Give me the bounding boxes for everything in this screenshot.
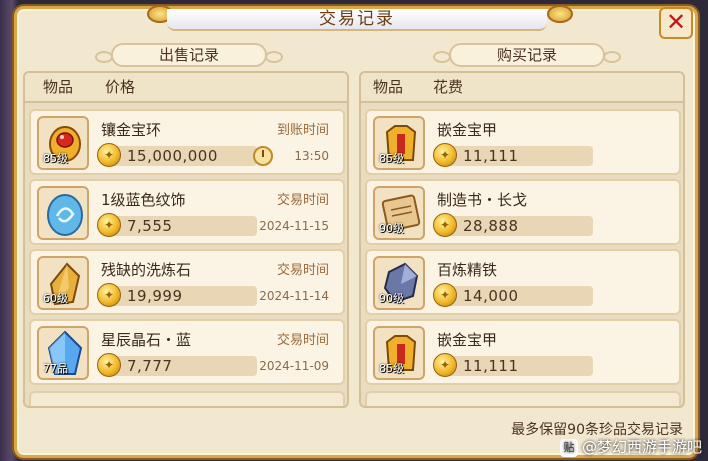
buy-row[interactable]: 85级 嵌金宝甲 ✦ 11,111 [365,109,681,175]
item-name: 星辰晶石・蓝 [101,331,192,349]
col-item: 物品 [43,78,74,96]
close-button[interactable]: ✕ [659,7,693,39]
sell-records-label: 出售记录 [158,46,219,64]
buy-record-list[interactable]: 物品 花费 85级 嵌金宝甲 ✦ 11,111 90级 制造书・长戈 ✦ 28,… [359,71,685,408]
buy-row[interactable]: 90级 制造书・长戈 ✦ 28,888 [365,179,681,245]
buy-row[interactable]: 85级 嵌金宝甲 ✦ 11,111 [365,319,681,385]
time-value: 2024-11-09 [259,359,329,373]
trade-record-panel: 交易记录 ✕ 出售记录 物品 价格 85级 镶金宝环 ✦ 15,000,000 … [14,5,698,458]
refined-iron-icon: 90级 [373,256,425,310]
buy-column-header: 物品 花费 [361,73,683,103]
time-value: 13:50 [294,149,329,163]
sell-row[interactable]: 1级蓝色纹饰 ✦ 7,555 交易时间 2024-11-15 [29,179,345,245]
item-name: 百炼精铁 [437,261,498,279]
sell-row[interactable]: 85级 镶金宝环 ✦ 15,000,000 到账时间 13:50 [29,109,345,175]
time-value: 2024-11-15 [259,219,329,233]
coin-icon: ✦ [97,143,121,167]
item-level: 85级 [379,152,404,165]
item-level: 90级 [379,222,404,235]
price-field: ✦ 7,777 [97,353,257,377]
corner-ornament-right [547,5,573,23]
close-icon: ✕ [665,8,687,36]
item-name: 嵌金宝甲 [437,121,498,139]
item-level: 77品 [43,362,68,375]
sell-record-list[interactable]: 物品 价格 85级 镶金宝环 ✦ 15,000,000 到账时间 13:50 1… [23,71,349,408]
price-value: 7,777 [127,357,173,375]
item-level: 90级 [379,292,404,305]
partial-row [365,391,681,406]
price-value: 15,000,000 [127,147,218,165]
coin-icon: ✦ [97,353,121,377]
partial-row [29,391,345,406]
item-name: 嵌金宝甲 [437,331,498,349]
item-level: 60级 [43,292,68,305]
cost-value: 14,000 [463,287,519,305]
coin-icon: ✦ [433,283,457,307]
col-price: 价格 [105,78,136,96]
item-level: 85级 [43,152,68,165]
item-name: 1级蓝色纹饰 [101,191,186,209]
time-label: 到账时间 [276,123,329,138]
item-level: 85级 [379,362,404,375]
coin-icon: ✦ [97,213,121,237]
cost-field: ✦ 11,111 [433,143,593,167]
clock-icon [253,146,273,166]
buy-records-label: 购买记录 [496,46,557,64]
time-label: 交易时间 [276,193,329,208]
refine-stone-icon: 60级 [37,256,89,310]
cost-field: ✦ 11,111 [433,353,593,377]
buy-row[interactable]: 90级 百炼精铁 ✦ 14,000 [365,249,681,315]
price-field: ✦ 15,000,000 [97,143,257,167]
price-value: 7,555 [127,217,173,235]
scroll-book-icon: 90级 [373,186,425,240]
gold-armor-icon: 85级 [373,116,425,170]
price-field: ✦ 19,999 [97,283,257,307]
blue-crystal-icon: 77品 [37,326,89,380]
time-value: 2024-11-14 [259,289,329,303]
blue-ornament-icon [37,186,89,240]
time-label: 交易时间 [276,333,329,348]
price-value: 19,999 [127,287,183,305]
item-name: 镶金宝环 [101,121,162,139]
sell-row[interactable]: 77品 星辰晶石・蓝 ✦ 7,777 交易时间 2024-11-09 [29,319,345,385]
cost-value: 28,888 [463,217,519,235]
item-name: 制造书・长戈 [437,191,528,209]
watermark-text: @梦幻西游手游吧 [581,438,702,456]
cost-field: ✦ 28,888 [433,213,593,237]
window-title: 交易记录 [319,9,395,29]
gold-ring-icon: 85级 [37,116,89,170]
title-bar: 交易记录 [167,9,547,31]
time-label: 交易时间 [276,263,329,278]
item-name: 残缺的洗炼石 [101,261,192,279]
tab-buy-records[interactable]: 购买记录 [433,43,621,67]
col-cost: 花费 [433,78,464,96]
cost-value: 11,111 [463,357,519,375]
cost-value: 11,111 [463,147,519,165]
coin-icon: ✦ [433,213,457,237]
coin-icon: ✦ [97,283,121,307]
sell-column-header: 物品 价格 [25,73,347,103]
price-field: ✦ 7,555 [97,213,257,237]
col-item: 物品 [373,78,404,96]
tieba-logo-icon: 贴 [559,438,578,457]
tab-sell-records[interactable]: 出售记录 [95,43,283,67]
coin-icon: ✦ [433,353,457,377]
cost-field: ✦ 14,000 [433,283,593,307]
coin-icon: ✦ [433,143,457,167]
sell-row[interactable]: 60级 残缺的洗炼石 ✦ 19,999 交易时间 2024-11-14 [29,249,345,315]
gold-armor-icon: 85级 [373,326,425,380]
watermark: 贴 @梦幻西游手游吧 [559,436,702,457]
